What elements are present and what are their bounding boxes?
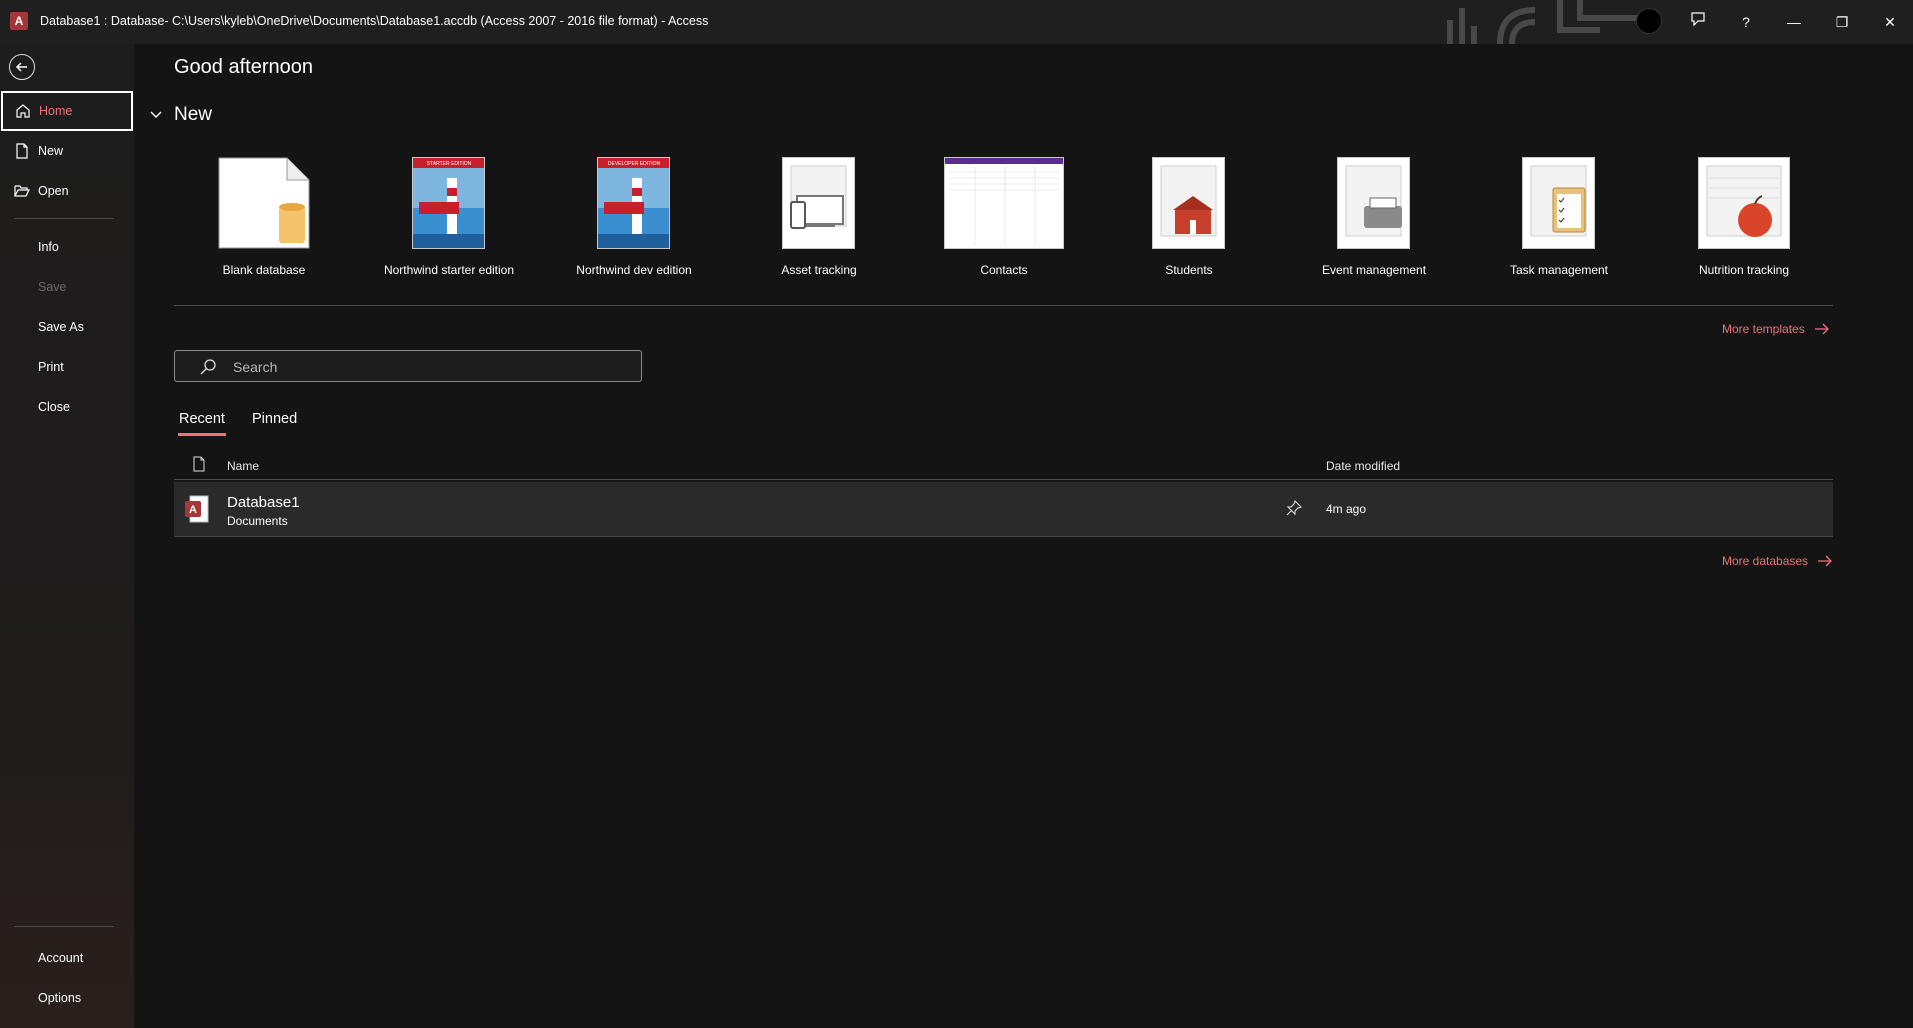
developer-banner-text: DEVELOPER EDITION <box>608 161 661 167</box>
search-box[interactable] <box>174 350 642 382</box>
template-label: Contacts <box>980 263 1028 277</box>
file-location: Documents <box>227 514 288 528</box>
nav-save-label: Save <box>38 280 67 294</box>
search-icon <box>200 359 216 375</box>
back-button[interactable] <box>9 54 35 80</box>
file-date-modified: 4m ago <box>1326 502 1367 516</box>
sidebar-divider <box>14 926 114 927</box>
more-databases-link[interactable]: More databases <box>1722 554 1833 568</box>
task-management-thumbnail <box>1522 157 1595 249</box>
more-templates-label: More templates <box>1722 322 1805 336</box>
nav-account[interactable]: Account <box>0 938 134 978</box>
nav-close-label: Close <box>38 400 70 414</box>
asset-tracking-thumbnail <box>782 157 855 249</box>
nav-info[interactable]: Info <box>0 227 134 267</box>
access-file-icon: A <box>185 495 209 523</box>
nav-close[interactable]: Close <box>0 387 134 427</box>
nav-home-label: Home <box>39 104 73 118</box>
search-input[interactable] <box>233 357 623 377</box>
nav-home[interactable]: Home <box>1 91 133 131</box>
starter-banner-text: STARTER EDITION <box>427 161 472 167</box>
access-app-icon[interactable]: A <box>10 12 28 30</box>
template-label: Students <box>1165 263 1213 277</box>
more-templates-link[interactable]: More templates <box>1722 322 1830 336</box>
nutrition-tracking-thumbnail <box>1698 157 1790 249</box>
nav-save-as[interactable]: Save As <box>0 307 134 347</box>
template-label: Task management <box>1509 263 1609 277</box>
feedback-icon[interactable] <box>1684 8 1712 36</box>
nav-options[interactable]: Options <box>0 978 134 1018</box>
template-label: Event management <box>1321 263 1427 277</box>
students-thumbnail <box>1152 157 1225 249</box>
home-icon <box>16 104 30 118</box>
nav-open-label: Open <box>38 184 69 198</box>
nav-save-as-label: Save As <box>38 320 84 334</box>
arrow-left-icon <box>15 62 27 72</box>
file-type-icon <box>193 456 205 472</box>
restore-button[interactable]: ❐ <box>1828 8 1856 36</box>
account-avatar[interactable] <box>1636 8 1662 34</box>
nav-open[interactable]: Open <box>0 171 134 211</box>
template-label: Northwind starter edition <box>383 263 515 277</box>
more-databases-label: More databases <box>1722 554 1809 568</box>
blank-database-thumbnail <box>217 157 311 249</box>
help-button[interactable]: ? <box>1732 8 1760 36</box>
greeting-heading: Good afternoon <box>174 56 313 78</box>
contacts-thumbnail <box>944 157 1064 249</box>
nav-save: Save <box>0 267 134 307</box>
nav-print[interactable]: Print <box>0 347 134 387</box>
nav-account-label: Account <box>38 951 84 965</box>
svg-text:A: A <box>189 504 197 516</box>
arrow-right-icon <box>1815 323 1829 335</box>
template-label: Nutrition tracking <box>1698 263 1790 277</box>
arrow-right-icon <box>1818 555 1833 567</box>
template-label: Blank database <box>222 263 306 277</box>
column-date-header[interactable]: Date modified <box>1326 459 1400 473</box>
sidebar-divider <box>14 218 114 219</box>
tab-recent[interactable]: Recent <box>178 411 226 436</box>
backstage-sidebar: Home New Open Info Save Save As Print Cl… <box>0 44 134 1028</box>
recent-table-header: Name Date modified <box>174 456 1833 480</box>
event-management-thumbnail <box>1337 157 1410 249</box>
title-bar-decoration <box>1447 0 1640 44</box>
northwind-dev-thumbnail: DEVELOPER EDITION <box>597 157 670 249</box>
nav-info-label: Info <box>38 240 59 254</box>
new-section-title: New <box>174 104 213 125</box>
nav-print-label: Print <box>38 360 64 374</box>
template-label: Northwind dev edition <box>576 263 692 277</box>
close-window-button[interactable]: ✕ <box>1876 8 1904 36</box>
nav-options-label: Options <box>38 991 82 1005</box>
folder-open-icon <box>14 185 30 197</box>
column-name-header[interactable]: Name <box>227 459 259 473</box>
chevron-down-icon <box>150 111 162 119</box>
northwind-starter-thumbnail: STARTER EDITION <box>412 157 485 249</box>
new-document-icon <box>16 143 28 159</box>
file-name: Database1 <box>227 494 300 511</box>
nav-new[interactable]: New <box>0 131 134 171</box>
pin-icon[interactable] <box>1286 500 1302 516</box>
templates-divider <box>174 305 1833 306</box>
template-label: Asset tracking <box>781 263 857 277</box>
window-title: Database1 : Database- C:\Users\kyleb\One… <box>40 14 709 28</box>
title-bar: A Database1 : Database- C:\Users\kyleb\O… <box>0 0 1913 44</box>
nav-new-label: New <box>38 144 64 158</box>
table-row[interactable]: A Database1 Documents 4m ago <box>174 482 1833 537</box>
minimize-button[interactable]: — <box>1780 8 1808 36</box>
tab-pinned[interactable]: Pinned <box>252 411 297 427</box>
